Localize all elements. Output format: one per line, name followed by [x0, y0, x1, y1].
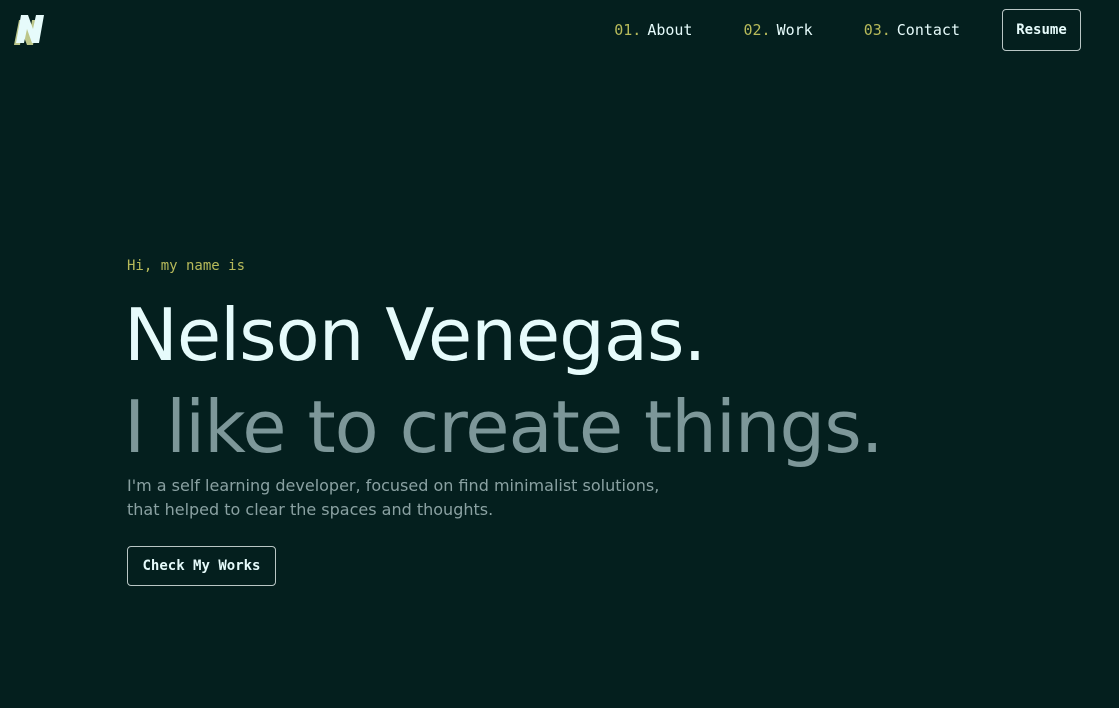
- top-nav: 01. About 02. Work 03. Contact Resume: [614, 0, 1081, 60]
- nav-label: Work: [776, 21, 813, 39]
- greeting-text: Hi, my name is: [127, 258, 246, 274]
- nav-item-about[interactable]: 01. About: [614, 21, 692, 39]
- hero-description: I'm a self learning developer, focused o…: [127, 474, 687, 522]
- resume-button[interactable]: Resume: [1002, 9, 1081, 51]
- description-line: that helped to clear the spaces and thou…: [127, 500, 494, 519]
- hero-section: Hi, my name is Nelson Venegas. I like to…: [124, 255, 1027, 586]
- nav-number: 02.: [743, 21, 771, 39]
- n-logo-icon[interactable]: [11, 11, 47, 47]
- hero-tagline: I like to create things.: [124, 385, 884, 469]
- nav-label: Contact: [896, 21, 960, 39]
- nav-number: 03.: [863, 21, 891, 39]
- nav-item-contact[interactable]: 03. Contact: [864, 21, 960, 39]
- portfolio-page: 01. About 02. Work 03. Contact Resume Hi, m…: [0, 0, 1119, 708]
- description-line: I'm a self learning developer, focused o…: [127, 476, 660, 495]
- hero-name: Nelson Venegas.: [124, 293, 706, 377]
- nav-number: 01.: [614, 21, 642, 39]
- nav-label: About: [647, 21, 693, 39]
- check-my-works-button[interactable]: Check My Works: [127, 546, 276, 586]
- nav-item-work[interactable]: 02. Work: [743, 21, 812, 39]
